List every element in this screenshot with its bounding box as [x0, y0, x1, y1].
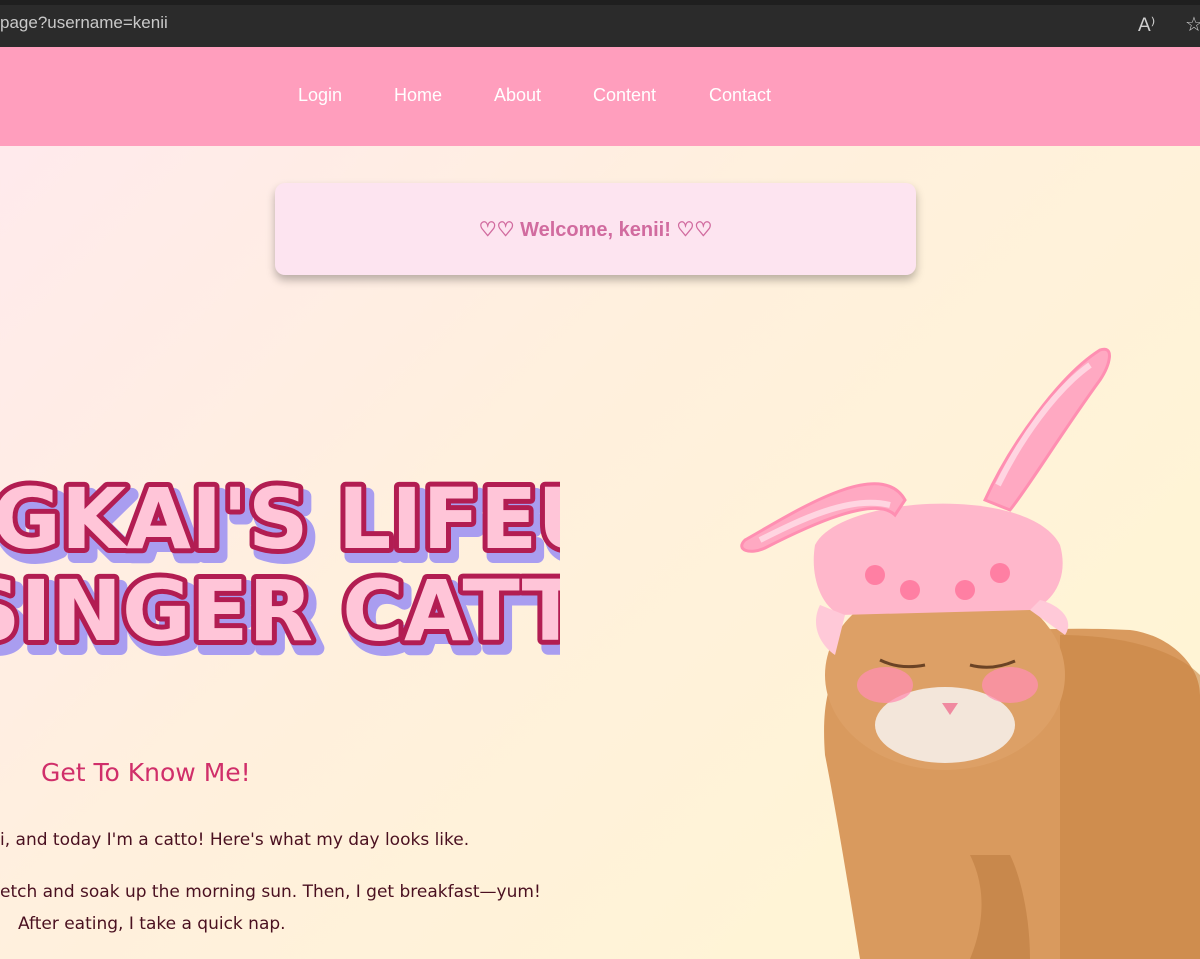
nav-home-link[interactable]: Home [394, 85, 442, 106]
main-navbar: Login Home About Content Contact [0, 47, 1200, 146]
logo-line2-fill: SINGER CATTO [0, 562, 560, 660]
nav-login-link[interactable]: Login [298, 85, 342, 106]
address-bar[interactable]: page?username=kenii [0, 13, 168, 33]
star-icon[interactable]: ☆ [1185, 13, 1200, 35]
welcome-banner: ♡♡ Welcome, kenii! ♡♡ [275, 183, 916, 275]
about-paragraph-3: After eating, I take a quick nap. [18, 914, 286, 934]
about-paragraph-1: i, and today I'm a catto! Here's what my… [0, 830, 470, 850]
browser-toolbar: page?username=kenii A⁾ ☆ [0, 0, 1200, 47]
logo-line1-fill: GKAI'S LIFEU [0, 470, 560, 568]
read-aloud-icon[interactable]: A⁾ [1138, 15, 1155, 37]
about-heading: Get To Know Me! [41, 758, 251, 787]
nav-content-link[interactable]: Content [593, 85, 656, 106]
cat-with-bunny-bonnet-image [740, 347, 1200, 959]
welcome-message: ♡♡ Welcome, kenii! ♡♡ [478, 218, 713, 241]
nav-about-link[interactable]: About [494, 85, 541, 106]
nav-contact-link[interactable]: Contact [709, 85, 771, 106]
about-paragraph-2: etch and soak up the morning sun. Then, … [0, 882, 541, 902]
title-logo: GKAI'S LIFEU GKAI'S LIFEU GKAI'S LIFEU S… [0, 465, 560, 675]
